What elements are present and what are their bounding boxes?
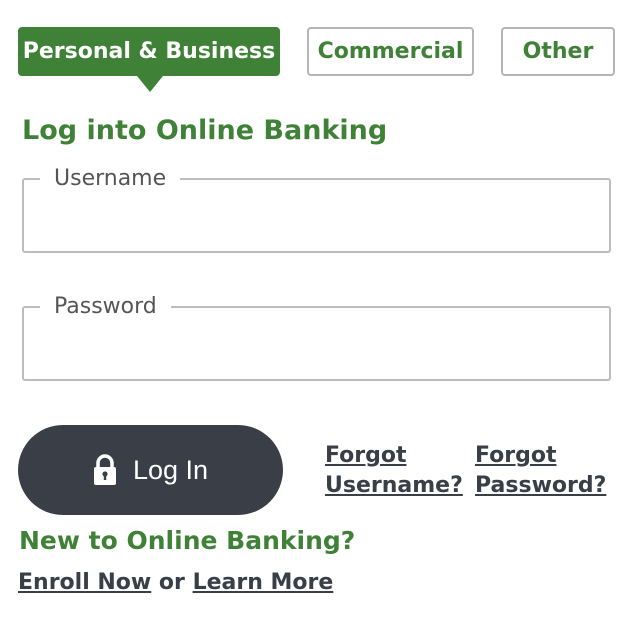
forgot-username-line1: Forgot — [325, 443, 407, 468]
password-label: Password — [54, 294, 157, 319]
login-button[interactable]: Log In — [18, 425, 283, 515]
login-button-label: Log In — [132, 454, 209, 485]
username-field: Username — [22, 166, 611, 253]
forgot-password-link[interactable]: Forgot Password? — [475, 441, 615, 501]
password-input[interactable] — [40, 327, 597, 373]
enroll-now-link[interactable]: Enroll Now — [18, 570, 151, 595]
username-input[interactable] — [40, 199, 597, 245]
password-field: Password — [22, 294, 611, 381]
learn-more-link[interactable]: Learn More — [193, 570, 334, 595]
forgot-username-link[interactable]: Forgot Username? — [325, 441, 465, 501]
forgot-password-line2: Password? — [475, 473, 607, 498]
forgot-password-line1: Forgot — [475, 443, 557, 468]
tab-commercial[interactable]: Commercial — [307, 27, 474, 76]
enroll-separator: or — [158, 570, 185, 595]
tab-other[interactable]: Other — [501, 27, 615, 76]
lock-icon — [93, 454, 117, 486]
login-heading: Log into Online Banking — [22, 115, 388, 146]
enroll-line: Enroll Now or Learn More — [18, 570, 333, 595]
username-label: Username — [54, 166, 167, 191]
new-user-heading: New to Online Banking? — [19, 526, 356, 555]
active-tab-pointer — [137, 76, 163, 92]
forgot-username-line2: Username? — [325, 473, 463, 498]
login-panel: Personal & Business Commercial Other Log… — [0, 0, 632, 624]
tab-personal-business[interactable]: Personal & Business — [18, 27, 280, 76]
